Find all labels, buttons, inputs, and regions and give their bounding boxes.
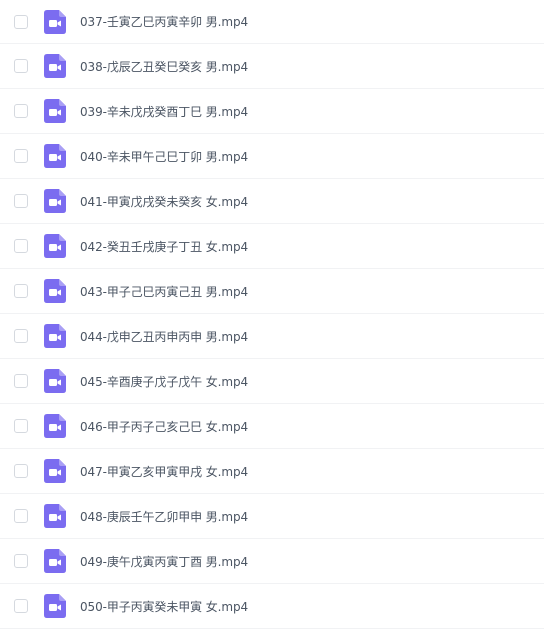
video-file-icon: [44, 279, 66, 303]
file-name[interactable]: 047-甲寅乙亥甲寅甲戌 女.mp4: [80, 463, 248, 480]
list-item[interactable]: 043-甲子己巳丙寅己丑 男.mp4: [0, 269, 544, 314]
file-name[interactable]: 043-甲子己巳丙寅己丑 男.mp4: [80, 283, 248, 300]
file-name[interactable]: 048-庚辰壬午乙卯甲申 男.mp4: [80, 508, 248, 525]
row-checkbox[interactable]: [14, 509, 28, 523]
video-file-icon: [44, 234, 66, 258]
video-file-icon: [44, 369, 66, 393]
list-item[interactable]: 044-戊申乙丑丙申丙申 男.mp4: [0, 314, 544, 359]
row-checkbox[interactable]: [14, 599, 28, 613]
file-name[interactable]: 039-辛未戊戌癸酉丁巳 男.mp4: [80, 103, 248, 120]
video-file-icon: [44, 594, 66, 618]
list-item[interactable]: 047-甲寅乙亥甲寅甲戌 女.mp4: [0, 449, 544, 494]
list-item[interactable]: 046-甲子丙子己亥己巳 女.mp4: [0, 404, 544, 449]
video-file-icon: [44, 54, 66, 78]
row-checkbox[interactable]: [14, 374, 28, 388]
row-checkbox[interactable]: [14, 194, 28, 208]
video-file-icon: [44, 324, 66, 348]
file-name[interactable]: 046-甲子丙子己亥己巳 女.mp4: [80, 418, 248, 435]
list-item[interactable]: 042-癸丑壬戌庚子丁丑 女.mp4: [0, 224, 544, 269]
file-name[interactable]: 038-戊辰乙丑癸巳癸亥 男.mp4: [80, 58, 248, 75]
file-name[interactable]: 044-戊申乙丑丙申丙申 男.mp4: [80, 328, 248, 345]
file-list: 037-壬寅乙巳丙寅辛卯 男.mp4 038-戊辰乙丑癸巳癸亥 男.mp4 03…: [0, 0, 544, 629]
list-item[interactable]: 048-庚辰壬午乙卯甲申 男.mp4: [0, 494, 544, 539]
list-item[interactable]: 040-辛未甲午己巳丁卯 男.mp4: [0, 134, 544, 179]
row-checkbox[interactable]: [14, 419, 28, 433]
list-item[interactable]: 045-辛酉庚子戊子戊午 女.mp4: [0, 359, 544, 404]
row-checkbox[interactable]: [14, 14, 28, 29]
video-file-icon: [44, 144, 66, 168]
row-checkbox[interactable]: [14, 329, 28, 343]
file-name[interactable]: 049-庚午戊寅丙寅丁酉 男.mp4: [80, 553, 248, 570]
list-item[interactable]: 039-辛未戊戌癸酉丁巳 男.mp4: [0, 89, 544, 134]
row-checkbox[interactable]: [14, 239, 28, 253]
video-file-icon: [44, 414, 66, 438]
video-file-icon: [44, 9, 66, 34]
row-checkbox[interactable]: [14, 104, 28, 118]
row-checkbox[interactable]: [14, 464, 28, 478]
video-file-icon: [44, 99, 66, 123]
video-file-icon: [44, 504, 66, 528]
list-item[interactable]: 041-甲寅戊戌癸未癸亥 女.mp4: [0, 179, 544, 224]
list-item[interactable]: 037-壬寅乙巳丙寅辛卯 男.mp4: [0, 0, 544, 44]
row-checkbox[interactable]: [14, 554, 28, 568]
file-name[interactable]: 037-壬寅乙巳丙寅辛卯 男.mp4: [80, 13, 248, 30]
list-item[interactable]: 050-甲子丙寅癸未甲寅 女.mp4: [0, 584, 544, 629]
video-file-icon: [44, 459, 66, 483]
file-name[interactable]: 042-癸丑壬戌庚子丁丑 女.mp4: [80, 238, 248, 255]
file-name[interactable]: 050-甲子丙寅癸未甲寅 女.mp4: [80, 598, 248, 615]
file-name[interactable]: 041-甲寅戊戌癸未癸亥 女.mp4: [80, 193, 248, 210]
video-file-icon: [44, 549, 66, 573]
row-checkbox[interactable]: [14, 59, 28, 73]
list-item[interactable]: 049-庚午戊寅丙寅丁酉 男.mp4: [0, 539, 544, 584]
file-name[interactable]: 040-辛未甲午己巳丁卯 男.mp4: [80, 148, 248, 165]
video-file-icon: [44, 189, 66, 213]
file-name[interactable]: 045-辛酉庚子戊子戊午 女.mp4: [80, 373, 248, 390]
list-item[interactable]: 038-戊辰乙丑癸巳癸亥 男.mp4: [0, 44, 544, 89]
row-checkbox[interactable]: [14, 284, 28, 298]
row-checkbox[interactable]: [14, 149, 28, 163]
